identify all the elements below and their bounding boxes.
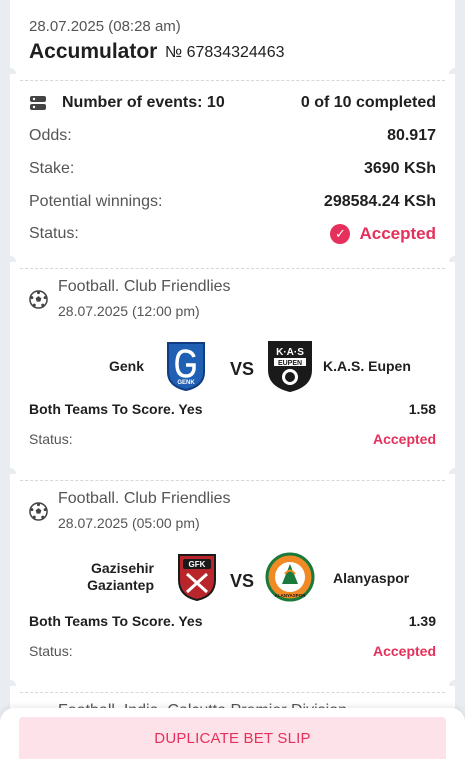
event-status-label: Status: [29, 643, 73, 659]
check-circle-icon: ✓ [330, 224, 351, 244]
status-badge: ✓ Accepted [330, 224, 436, 244]
market-name: Both Teams To Score. Yes [29, 613, 203, 629]
bet-datetime: 28.07.2025 (08:28 am) [29, 18, 181, 35]
away-team-name: Alanyaspor [333, 570, 410, 586]
event-status-value: Accepted [372, 431, 436, 447]
event-card[interactable]: Football. Club Friendlies 28.07.2025 (05… [4, 474, 461, 692]
bet-number: № 67834324463 [165, 44, 285, 61]
events-count: Number of events: 10 [62, 94, 225, 111]
svg-text:GFK: GFK [189, 560, 206, 569]
football-icon [29, 290, 48, 309]
event-league: Football. Club Friendlies [58, 490, 231, 507]
svg-text:ALANYASPOR: ALANYASPOR [274, 593, 306, 598]
away-team-name: K.A.S. Eupen [323, 358, 411, 374]
vs-label: VS [230, 571, 255, 591]
svg-text:GENK: GENK [177, 380, 195, 386]
home-team-name: Gazisehir Gaziantep [87, 560, 154, 593]
duplicate-bet-slip-button[interactable]: DUPLICATE BET SLIP [19, 717, 446, 759]
market-odds: 1.39 [408, 613, 436, 629]
event-date: 28.07.2025 (12:00 pm) [58, 303, 200, 319]
event-card[interactable]: Football. Club Friendlies 28.07.2025 (12… [4, 262, 461, 480]
home-team-name: Genk [109, 358, 145, 374]
market-name: Both Teams To Score. Yes [29, 401, 203, 417]
stake-label: Stake: [29, 160, 75, 177]
winnings-label: Potential winnings: [29, 193, 163, 210]
svg-text:EUPEN: EUPEN [278, 360, 302, 367]
status-value: Accepted [359, 224, 436, 243]
event-status-label: Status: [29, 431, 73, 447]
event-date: 28.07.2025 (05:00 pm) [58, 515, 200, 531]
genk-logo-icon: GENK [167, 342, 205, 392]
gaziantep-logo-icon: GFK [178, 554, 216, 602]
bet-type-title: Accumulator [29, 40, 158, 63]
stake-value: 3690 KSh [363, 160, 436, 177]
football-icon [29, 502, 48, 521]
events-completed: 0 of 10 completed [300, 94, 436, 111]
status-label: Status: [29, 225, 79, 242]
bet-header-card: 28.07.2025 (08:28 am) Accumulator № 6783… [4, 0, 461, 80]
winnings-value: 298584.24 KSh [323, 193, 436, 210]
odds-value: 80.917 [387, 127, 436, 144]
events-list-icon [30, 96, 46, 110]
vs-label: VS [230, 359, 255, 379]
event-status-value: Accepted [372, 643, 436, 659]
eupen-logo-icon: K·A·S EUPEN [268, 341, 312, 392]
bet-summary-card: Number of events: 10 0 of 10 completed O… [4, 74, 461, 268]
alanyaspor-logo-icon: ALANYASPOR [265, 552, 315, 602]
svg-text:K·A·S: K·A·S [276, 347, 304, 358]
odds-label: Odds: [29, 127, 72, 144]
market-odds: 1.58 [408, 401, 436, 417]
event-league: Football. Club Friendlies [58, 278, 231, 295]
